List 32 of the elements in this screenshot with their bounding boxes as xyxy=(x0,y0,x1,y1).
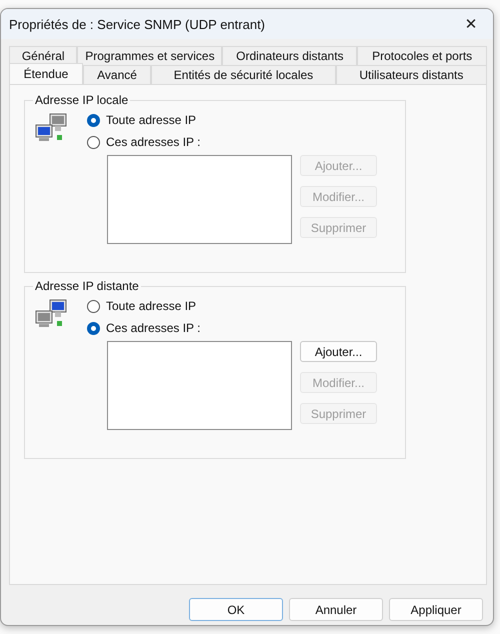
radio-label: Toute adresse IP xyxy=(106,299,196,313)
dialog-button[interactable]: Appliquer xyxy=(389,598,483,621)
tab[interactable]: Ordinateurs distants xyxy=(222,46,358,65)
window-title: Propriétés de : Service SNMP (UDP entrant) xyxy=(9,16,266,32)
tab[interactable]: Général xyxy=(9,46,78,65)
radio-option[interactable]: Toute adresse IP xyxy=(87,299,377,313)
radio-icon[interactable] xyxy=(87,114,100,126)
dialog-button[interactable]: Annuler xyxy=(289,598,383,621)
address-list[interactable] xyxy=(107,155,292,244)
address-list[interactable] xyxy=(107,341,292,430)
radio-label: Toute adresse IP xyxy=(106,113,196,127)
group-title: Adresse IP distante xyxy=(33,279,141,293)
dialog-button[interactable]: OK xyxy=(189,598,283,621)
network-computers-icon xyxy=(35,299,69,329)
tab[interactable]: Étendue xyxy=(9,63,83,84)
tab[interactable]: Programmes et services xyxy=(77,46,222,65)
tab[interactable]: Utilisateurs distants xyxy=(336,65,487,84)
tab[interactable]: Entités de sécurité locales xyxy=(151,65,336,84)
tab[interactable]: Protocoles et ports xyxy=(357,46,487,65)
tab[interactable]: Avancé xyxy=(82,65,152,84)
radio-label: Ces adresses IP : xyxy=(106,135,200,149)
radio-icon[interactable] xyxy=(87,300,100,312)
radio-icon[interactable] xyxy=(87,136,100,148)
group-title: Adresse IP locale xyxy=(33,93,130,107)
radio-option[interactable]: Ces adresses IP : xyxy=(87,135,377,149)
network-computers-icon xyxy=(35,113,69,143)
radio-icon[interactable] xyxy=(87,322,100,334)
radio-label: Ces adresses IP : xyxy=(106,321,200,335)
close-button[interactable]: ✕ xyxy=(455,11,487,37)
action-button[interactable]: Ajouter... xyxy=(300,341,377,362)
radio-option[interactable]: Ces adresses IP : xyxy=(87,321,377,335)
radio-option[interactable]: Toute adresse IP xyxy=(87,113,377,127)
